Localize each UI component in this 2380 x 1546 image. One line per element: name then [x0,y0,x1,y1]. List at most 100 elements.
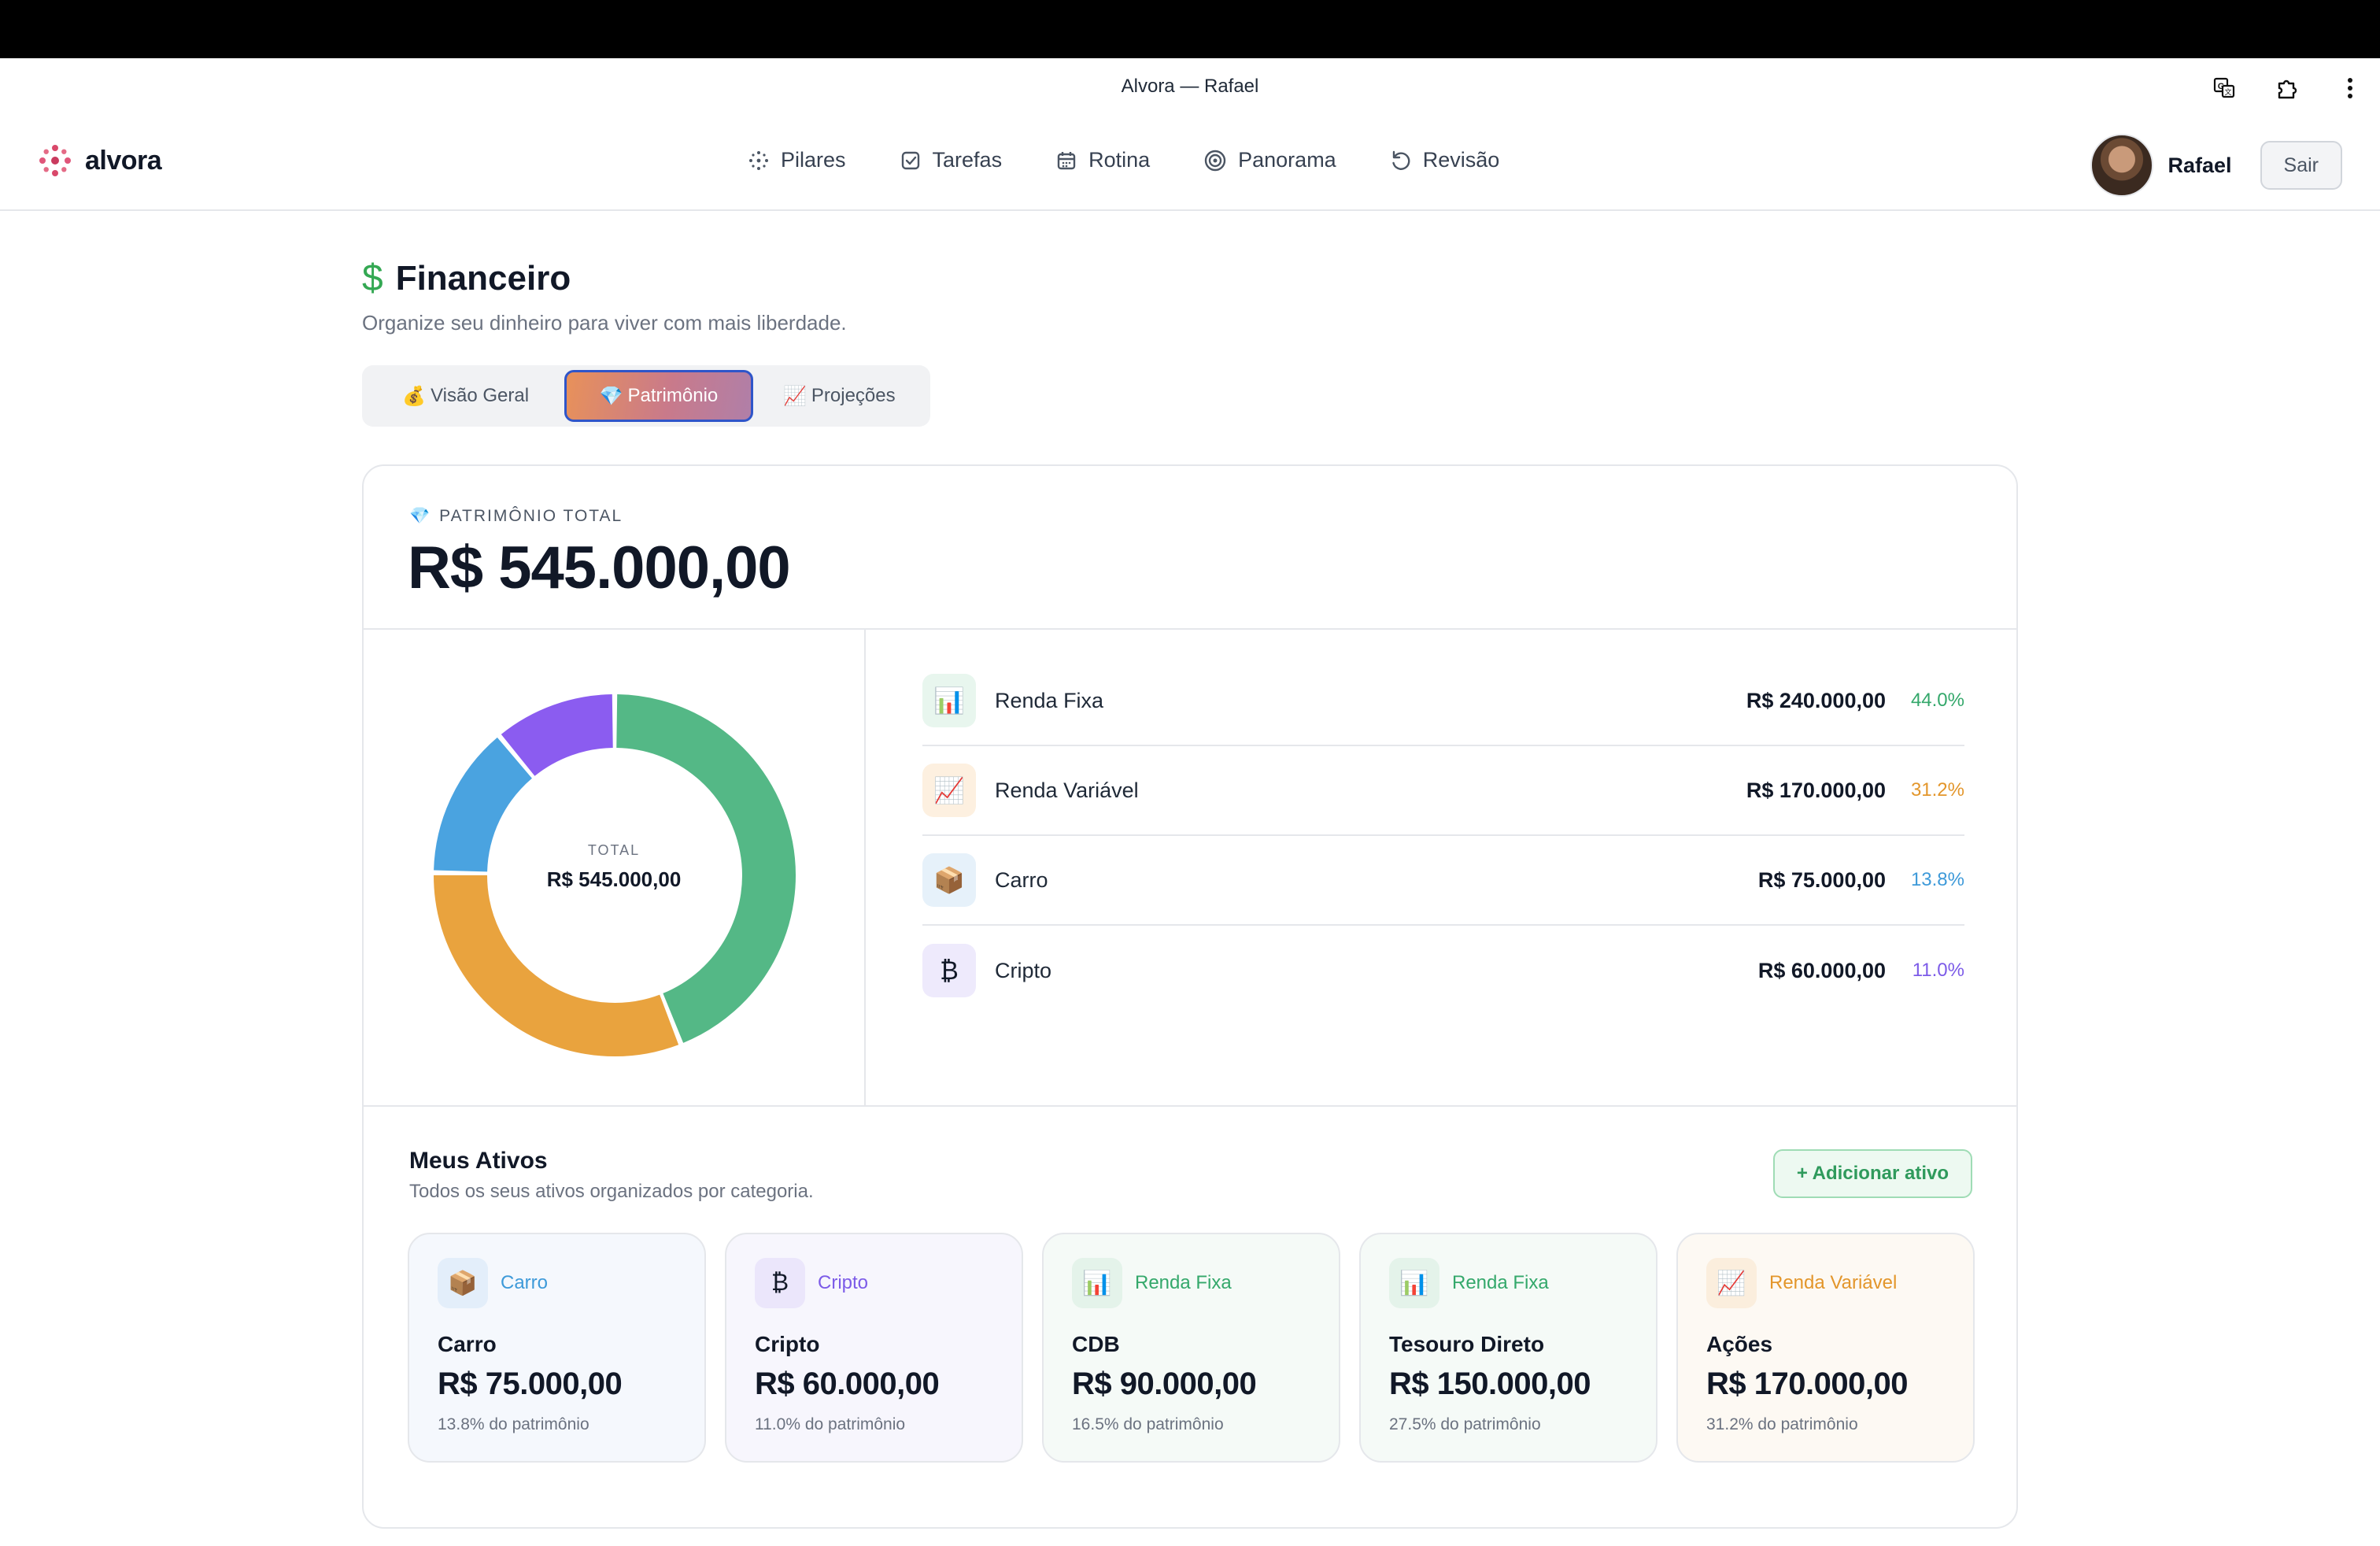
nav-label: Rotina [1088,148,1151,172]
assets-title: Meus Ativos [409,1148,548,1174]
tab-patrimonio[interactable]: 💎 Patrimônio [564,370,753,422]
breakdown-row-cripto[interactable]: ₿ Cripto R$ 60.000,00 11.0% [922,926,1964,1015]
dollar-icon: $ [362,257,383,299]
asset-percent: 27.5% do patrimônio [1389,1415,1541,1433]
total-value: R$ 545.000,00 [408,534,791,601]
more-vert-icon[interactable] [2334,72,2366,104]
donut-slice-renda-vari-vel[interactable] [434,875,679,1056]
breakdown-percent: 31.2% [1910,779,1964,801]
os-top-bar [0,0,2380,58]
donut-slice-cripto[interactable] [501,694,614,777]
asset-value: R$ 90.000,00 [1072,1367,1257,1401]
alvora-logo-icon [39,145,71,176]
page-header: $ Financeiro Organize seu dinheiro para … [362,257,847,335]
asset-percent: 31.2% do patrimônio [1706,1415,1858,1433]
patrimonio-card: 💎 PATRIMÔNIO TOTAL R$ 545.000,00 TOTAL R… [362,464,2018,1529]
asset-category: Renda Fixa [1135,1272,1232,1293]
bar-chart-icon: 📊 [1389,1258,1439,1308]
asset-card-cdb[interactable]: 📊 Renda Fixa CDB R$ 90.000,00 16.5% do p… [1042,1233,1340,1463]
breakdown-percent: 11.0% [1912,960,1964,981]
asset-name: CDB [1072,1332,1120,1356]
breakdown-value: R$ 240.000,00 [1746,688,1886,712]
asset-card-acoes[interactable]: 📈 Renda Variável Ações R$ 170.000,00 31.… [1676,1233,1975,1463]
add-asset-button[interactable]: + Adicionar ativo [1772,1149,1972,1198]
main-nav: Pilares Tarefas Rotina Panorama Revisão [748,148,1499,172]
tab-label: Projeções [811,385,896,406]
breakdown-percent: 44.0% [1910,690,1964,711]
package-icon: 📦 [438,1258,488,1308]
asset-category: Cripto [818,1272,869,1293]
page-subtitle: Organize seu dinheiro para viver com mai… [362,311,847,335]
nav-item-panorama[interactable]: Panorama [1203,148,1336,172]
calendar-icon [1057,151,1076,169]
nav-label: Pilares [781,148,846,172]
asset-card-tesouro-direto[interactable]: 📊 Renda Fixa Tesouro Direto R$ 150.000,0… [1359,1233,1658,1463]
asset-value: R$ 60.000,00 [755,1367,940,1401]
checkbox-icon [901,151,919,169]
asset-value: R$ 75.000,00 [438,1367,623,1401]
app-logo[interactable]: alvora [38,143,162,178]
breakdown-value: R$ 170.000,00 [1746,778,1886,802]
asset-card-carro[interactable]: 📦 Carro Carro R$ 75.000,00 13.8% do patr… [408,1233,706,1463]
asset-name: Tesouro Direto [1389,1332,1545,1356]
nav-item-revisao[interactable]: Revisão [1390,148,1500,172]
asset-percent: 16.5% do patrimônio [1072,1415,1224,1433]
breakdown-value: R$ 75.000,00 [1757,867,1886,892]
chart-up-icon: 📈 [1706,1258,1757,1308]
extension-icon[interactable] [2271,72,2303,104]
breakdown-percent: 13.8% [1910,869,1964,890]
tab-label: Visão Geral [431,385,530,406]
tab-label: Patrimônio [627,385,719,406]
bar-chart-icon: 📊 [922,674,976,727]
finance-tabs: 💰 Visão Geral 💎 Patrimônio 📈 Projeções [362,365,930,427]
nav-label: Revisão [1422,148,1500,172]
chart-up-icon: 📈 [922,764,976,817]
asset-category: Renda Variável [1769,1272,1898,1293]
asset-cards: 📦 Carro Carro R$ 75.000,00 13.8% do patr… [408,1233,1975,1463]
logo-text: alvora [85,145,162,176]
asset-percent: 11.0% do patrimônio [755,1415,906,1433]
donut-chart-section: TOTAL R$ 545.000,00 [364,630,866,1107]
donut-center-label: TOTAL [587,842,641,858]
bitcoin-icon: ₿ [755,1258,805,1308]
avatar[interactable] [2090,134,2154,197]
asset-category: Renda Fixa [1452,1272,1549,1293]
chart-up-icon: 📈 [783,385,807,407]
refresh-icon [1392,150,1410,170]
svg-text:文: 文 [2224,87,2231,97]
asset-value: R$ 150.000,00 [1389,1367,1591,1401]
gem-icon: 💎 [599,385,623,407]
breakdown-name: Renda Fixa [995,688,1104,712]
total-label: 💎 PATRIMÔNIO TOTAL [409,507,623,526]
user-menu: Rafael Sair [2090,134,2342,197]
breakdown-row-renda-fixa[interactable]: 📊 Renda Fixa R$ 240.000,00 44.0% [922,656,1964,746]
nav-item-pilares[interactable]: Pilares [748,148,846,172]
nav-label: Panorama [1238,148,1336,172]
asset-name: Ações [1706,1332,1773,1356]
user-name: Rafael [2168,153,2232,177]
translate-icon[interactable]: G文 [2208,72,2240,104]
breakdown-row-renda-variavel[interactable]: 📈 Renda Variável R$ 170.000,00 31.2% [922,746,1964,836]
tab-projecoes[interactable]: 📈 Projeções [753,370,926,422]
nav-label: Tarefas [932,148,1003,172]
nav-item-tarefas[interactable]: Tarefas [900,148,1003,172]
breakdown-name: Cripto [995,958,1052,982]
nav-item-rotina[interactable]: Rotina [1055,148,1150,172]
logout-button[interactable]: Sair [2260,141,2342,190]
gem-icon: 💎 [409,507,432,525]
assets-section: Meus Ativos Todos os seus ativos organiz… [364,1107,2016,1527]
page-title: Financeiro [395,258,571,298]
window-title: Alvora — Rafael [1121,76,1259,97]
breakdown-row-carro[interactable]: 📦 Carro R$ 75.000,00 13.8% [922,836,1964,926]
donut-center-value: R$ 545.000,00 [546,867,682,891]
window-title-bar: Alvora — Rafael G文 [0,58,2380,117]
tab-visao-geral[interactable]: 💰 Visão Geral [367,370,564,422]
breakdown-list: 📊 Renda Fixa R$ 240.000,00 44.0% 📈 Renda… [866,630,2016,1107]
asset-value: R$ 170.000,00 [1706,1367,1908,1401]
target-icon [1204,150,1226,171]
pillars-icon [749,150,768,170]
total-section: 💎 PATRIMÔNIO TOTAL R$ 545.000,00 [364,466,2016,630]
asset-percent: 13.8% do patrimônio [438,1415,589,1433]
breakdown-value: R$ 60.000,00 [1757,958,1886,982]
asset-card-cripto[interactable]: ₿ Cripto Cripto R$ 60.000,00 11.0% do pa… [725,1233,1023,1463]
